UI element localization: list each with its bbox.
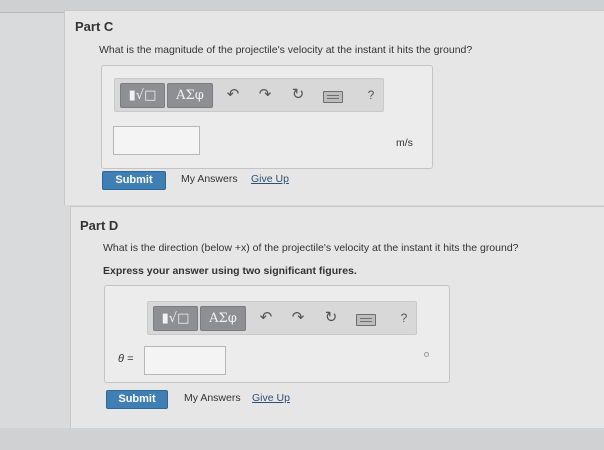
part-d-question: What is the direction (below +x) of the …	[103, 242, 519, 254]
template-button[interactable]: ▮√□	[120, 83, 165, 108]
part-d-panel: Part D What is the direction (below +x) …	[70, 206, 604, 429]
give-up-link[interactable]: Give Up	[251, 173, 289, 185]
submit-button[interactable]: Submit	[102, 171, 166, 190]
part-d-answer-box: ▮√□ ΑΣφ ↶ ↷ ↻ ? θ =	[104, 285, 450, 383]
undo-icon[interactable]: ↶	[223, 86, 243, 104]
bottom-band	[0, 428, 604, 450]
undo-icon[interactable]: ↶	[256, 309, 276, 327]
my-answers-link[interactable]: My Answers	[181, 173, 238, 185]
submit-button[interactable]: Submit	[106, 390, 168, 409]
part-d-toolbar: ▮√□ ΑΣφ ↶ ↷ ↻ ?	[147, 301, 417, 335]
redo-icon[interactable]: ↷	[255, 86, 275, 104]
status-dot	[424, 352, 429, 357]
part-d-title: Part D	[80, 218, 119, 233]
theta-label: θ =	[118, 353, 134, 365]
help-button[interactable]: ?	[361, 86, 381, 104]
reset-icon[interactable]: ↻	[321, 309, 341, 327]
part-d-instruction: Express your answer using two significan…	[103, 265, 357, 277]
unit-label: m/s	[396, 137, 413, 149]
keyboard-icon[interactable]	[323, 91, 343, 103]
symbols-button[interactable]: ΑΣφ	[200, 306, 246, 331]
my-answers-link[interactable]: My Answers	[184, 392, 241, 404]
angle-input[interactable]	[144, 346, 226, 375]
reset-icon[interactable]: ↻	[288, 86, 308, 104]
part-c-question: What is the magnitude of the projectile'…	[99, 44, 473, 56]
part-c-toolbar: ▮√□ ΑΣφ ↶ ↷ ↻ ?	[114, 78, 384, 112]
velocity-input[interactable]	[113, 126, 200, 155]
help-button[interactable]: ?	[394, 309, 414, 327]
symbols-button[interactable]: ΑΣφ	[167, 83, 213, 108]
part-c-answer-box: ▮√□ ΑΣφ ↶ ↷ ↻ ? m/s	[101, 65, 433, 169]
keyboard-icon[interactable]	[356, 314, 376, 326]
redo-icon[interactable]: ↷	[288, 309, 308, 327]
part-c-title: Part C	[75, 19, 114, 34]
template-button[interactable]: ▮√□	[153, 306, 198, 331]
give-up-link[interactable]: Give Up	[252, 392, 290, 404]
part-c-panel: Part C What is the magnitude of the proj…	[64, 10, 604, 205]
